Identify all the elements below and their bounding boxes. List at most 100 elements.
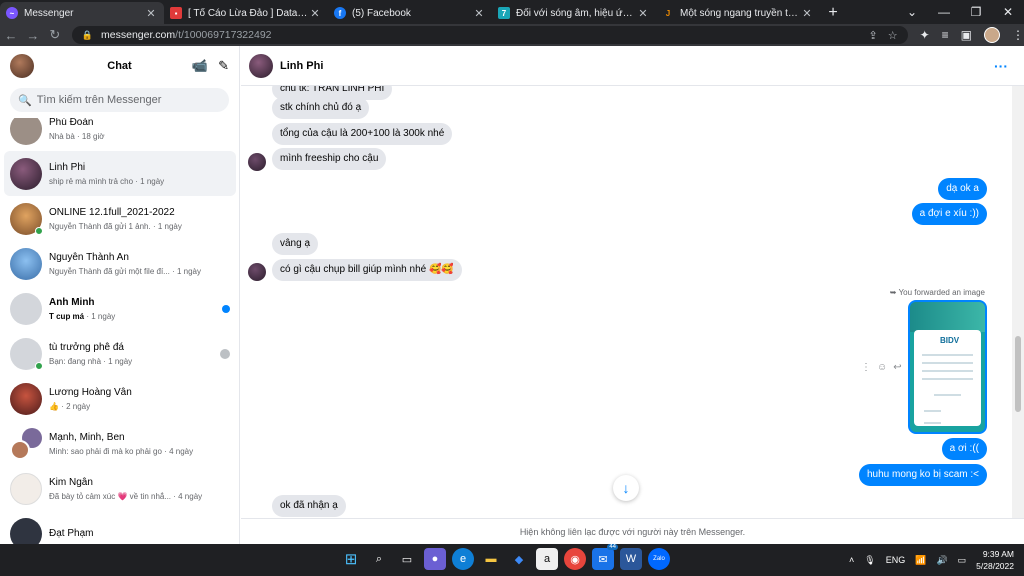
avatar	[10, 337, 43, 370]
conversation-item[interactable]: tù trưởng phê đá Bạn: đang nhà · 1 ngày	[4, 331, 236, 376]
contact-name[interactable]: Linh Phi	[280, 60, 323, 72]
my-avatar[interactable]	[10, 54, 34, 78]
contact-avatar-small	[248, 263, 266, 281]
browser-tab-song-ngang[interactable]: J Một sóng ngang truyền theo chiều ✕	[656, 2, 820, 24]
chevron-up-icon[interactable]: ˄	[849, 555, 854, 565]
media-icon[interactable]: ≡	[942, 28, 949, 42]
messenger-icon: ~	[6, 7, 18, 19]
windows-start-icon[interactable]: ⊞	[340, 548, 362, 570]
back-button[interactable]: ←	[0, 28, 22, 43]
chat-panel: Linh Phi ··· chủ tk: TRẦN LINH PHI stk c…	[241, 46, 1024, 544]
bookmark-star-icon[interactable]: ☆	[888, 29, 898, 42]
battery-icon[interactable]: ▭	[958, 555, 967, 566]
extensions-puzzle-icon[interactable]: ✦	[920, 28, 930, 42]
amazon-icon[interactable]: a	[536, 548, 558, 570]
task-view-icon[interactable]: ▭	[396, 548, 418, 570]
facebook-icon: f	[334, 7, 346, 19]
tab-title: Một sóng ngang truyền theo chiều	[680, 7, 800, 19]
reload-button[interactable]: ↻	[44, 27, 66, 43]
conversation-list: Phú Đoàn Nhà bà · 18 giờ Linh Phi ship r…	[0, 118, 239, 544]
incoming-message: stk chính chủ đó ạ	[272, 97, 370, 119]
mail-icon[interactable]: ✉ 44	[592, 544, 618, 570]
message-thread: chủ tk: TRẦN LINH PHI stk chính chủ đó ạ…	[241, 86, 1012, 518]
search-input[interactable]	[36, 94, 217, 106]
seen-avatar	[220, 348, 230, 359]
more-vertical-icon[interactable]: ⋮	[861, 362, 871, 373]
search-box[interactable]: 🔍	[10, 88, 229, 112]
conversation-item[interactable]: Phú Đoàn Nhà bà · 18 giờ	[4, 118, 236, 151]
close-icon[interactable]: ✕	[308, 7, 322, 20]
incoming-message: mình freeship cho cậu	[272, 148, 387, 170]
conversation-item[interactable]: Lương Hoàng Vân 👍 · 2 ngày	[4, 376, 236, 421]
wifi-icon[interactable]: 📶	[915, 555, 926, 566]
close-icon[interactable]: ✕	[144, 7, 158, 20]
avatar	[10, 517, 42, 544]
scrollbar-thumb[interactable]	[1015, 336, 1021, 412]
address-bar[interactable]: 🔒 messenger.com/t/100069717322492 ⇪ ☆	[71, 26, 908, 44]
dropbox-icon[interactable]: ◆	[508, 548, 530, 570]
close-window-button[interactable]: ✕	[992, 5, 1024, 19]
share-icon[interactable]: ⇪	[868, 29, 877, 42]
new-tab-button[interactable]: +	[820, 4, 846, 22]
mail-badge: 44	[607, 544, 618, 550]
word-icon[interactable]: W	[620, 548, 642, 570]
search-icon[interactable]: ⌕	[368, 548, 390, 570]
avatar	[10, 382, 42, 415]
tab-title: Đối với sóng âm, hiệu ứng Đốp-ple	[516, 7, 636, 19]
conversation-preview: Nguyễn Thành đã gửi một file đí... · 1 n…	[49, 266, 201, 276]
minimize-button[interactable]: —	[928, 5, 960, 19]
conversation-preview: Nguyễn Thành đã gửi 1 ảnh. · 1 ngày	[49, 221, 182, 231]
forward-button[interactable]: →	[22, 28, 44, 43]
profile-avatar[interactable]	[984, 27, 1000, 43]
zalo-icon[interactable]: Zalo	[648, 548, 670, 570]
chrome-icon[interactable]: ◉	[564, 548, 586, 570]
lock-icon: 🔒	[81, 29, 94, 40]
conversation-name: Anh Minh	[49, 296, 95, 308]
file-explorer-icon[interactable]: ▬	[480, 548, 502, 570]
close-icon[interactable]: ✕	[636, 7, 650, 20]
incoming-message: ok đã nhận ạ	[272, 495, 346, 517]
conversation-item[interactable]: Kim Ngân Đã bày tỏ cảm xúc 💗 về tin nhắ.…	[4, 466, 236, 511]
scroll-to-bottom-button[interactable]: ↓	[613, 475, 639, 501]
browser-tab-facebook[interactable]: f (5) Facebook ✕	[328, 2, 492, 24]
browser-tab-to-cao[interactable]: ▪ [ Tố Cáo Lừa Đảo ] Data hệ thống ✕	[164, 2, 328, 24]
conversation-preview: Minh: sao phải đi mà ko phải go · 4 ngày	[49, 446, 194, 456]
conversation-name: Linh Phi	[49, 161, 86, 173]
new-message-icon[interactable]: ✎	[218, 58, 229, 74]
microphone-icon[interactable]: 🎙	[864, 555, 875, 566]
avatar	[10, 247, 42, 280]
chevron-down-icon[interactable]: ⌄	[896, 5, 928, 19]
menu-dots-icon[interactable]: ⋮	[1012, 28, 1024, 42]
conversation-item[interactable]: ONLINE 12.1full_2021-2022 Nguyễn Thành đ…	[4, 196, 236, 241]
conversation-item[interactable]: Anh Minh T cup má · 1 ngày	[4, 286, 236, 331]
forwarded-image[interactable]: BIDV	[908, 300, 987, 434]
conversation-item[interactable]: Đạt Phạm	[4, 511, 236, 544]
language-indicator[interactable]: ENG	[886, 555, 906, 565]
online-indicator	[35, 361, 43, 370]
close-icon[interactable]: ✕	[800, 7, 814, 20]
search-icon: 🔍	[18, 94, 32, 107]
conversation-item[interactable]: Nguyễn Thành An Nguyễn Thành đã gửi một …	[4, 241, 236, 286]
chat-teams-icon[interactable]: ●	[424, 548, 446, 570]
more-options-icon[interactable]: ···	[994, 58, 1008, 74]
reply-icon[interactable]: ↩	[893, 362, 901, 373]
video-call-icon[interactable]: 📹	[192, 58, 208, 74]
contact-avatar[interactable]	[249, 53, 273, 78]
browser-tab-messenger[interactable]: ~ Messenger ✕	[0, 2, 164, 24]
unavailable-notice: Hiện không liên lạc được với người này t…	[241, 518, 1024, 544]
edge-icon[interactable]: e	[452, 548, 474, 570]
close-icon[interactable]: ✕	[472, 7, 486, 20]
conversation-item-active[interactable]: Linh Phi ship rẻ mà mình trả cho · 1 ngà…	[4, 151, 236, 196]
volume-icon[interactable]: 🔊	[936, 555, 947, 566]
maximize-button[interactable]: ❐	[960, 5, 992, 19]
clock[interactable]: 9:39 AM 5/28/2022	[976, 548, 1014, 572]
emoji-reaction-icon[interactable]: ☺	[877, 362, 887, 373]
extensions-area: ✦ ≡ ▣ ⋮	[920, 27, 1024, 43]
chat-scrollbar[interactable]	[1012, 86, 1024, 518]
conversation-item[interactable]: Mạnh, Minh, Ben Minh: sao phải đi mà ko …	[4, 421, 236, 466]
browser-tab-song-am[interactable]: 7 Đối với sóng âm, hiệu ứng Đốp-ple ✕	[492, 2, 656, 24]
incoming-message: vâng ạ	[272, 233, 319, 255]
clock-date: 5/28/2022	[976, 561, 1014, 571]
group-avatar	[10, 427, 42, 460]
sidepanel-icon[interactable]: ▣	[961, 28, 972, 42]
